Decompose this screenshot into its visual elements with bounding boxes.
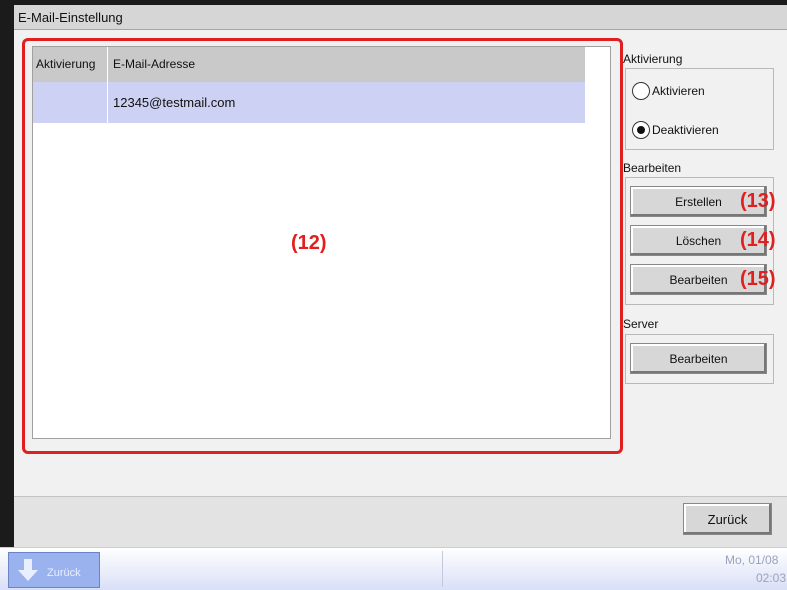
taskbar-date: Mo, 01/08 (725, 553, 779, 567)
edit-button-label: Bearbeiten (669, 273, 728, 287)
server-group-label: Server (623, 317, 659, 331)
create-button-label: Erstellen (675, 195, 722, 209)
edit-group-label: Bearbeiten (623, 161, 682, 175)
back-button[interactable]: Zurück (683, 503, 772, 535)
server-edit-button[interactable]: Bearbeiten (630, 343, 767, 374)
taskbar-time: 02:03 (756, 571, 787, 585)
delete-button-label: Löschen (675, 234, 722, 248)
radio-activate-label: Aktivieren (652, 84, 705, 98)
taskbar-back-button[interactable]: Zurück (8, 552, 100, 588)
back-button-label: Zurück (707, 512, 748, 527)
callout-15: (15) (740, 268, 776, 290)
callout-14: (14) (740, 229, 776, 251)
down-arrow-icon (18, 559, 38, 581)
activation-group-label: Aktivierung (623, 52, 683, 66)
taskbar-divider (442, 551, 443, 587)
taskbar: Zurück Mo, 01/08 02:03 (0, 547, 787, 590)
radio-deactivate-label: Deaktivieren (652, 123, 719, 137)
callout-13: (13) (740, 190, 776, 212)
callout-12: (12) (291, 232, 327, 254)
window-title: E-Mail-Einstellung (18, 10, 123, 25)
radio-activate[interactable] (632, 82, 650, 100)
radio-deactivate[interactable] (632, 121, 650, 139)
activation-group (625, 68, 774, 150)
server-edit-button-label: Bearbeiten (669, 352, 728, 366)
bottom-bar (14, 496, 787, 548)
title-bar: E-Mail-Einstellung (14, 5, 787, 30)
taskbar-back-label: Zurück (47, 567, 81, 579)
